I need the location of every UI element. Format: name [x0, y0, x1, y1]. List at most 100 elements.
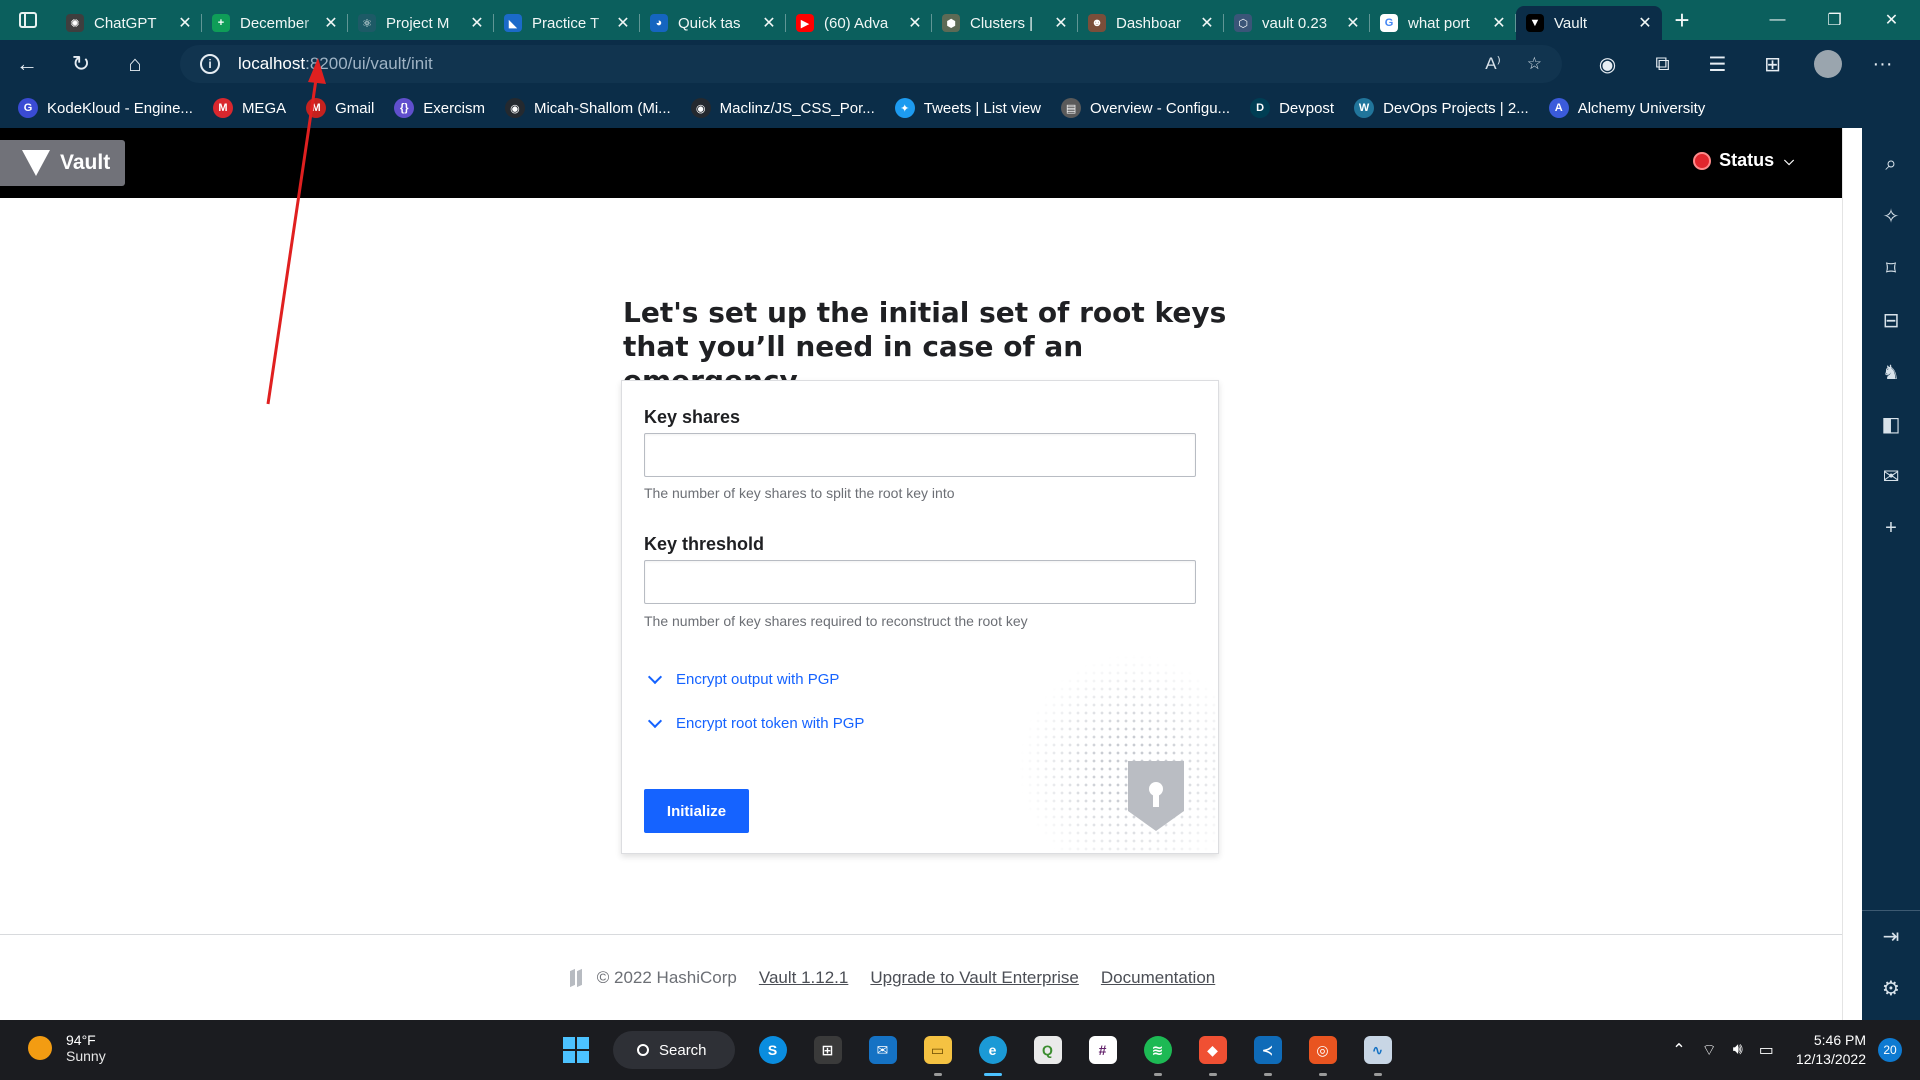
- close-window-button[interactable]: ✕: [1863, 0, 1920, 40]
- taskbar-search[interactable]: Search: [613, 1031, 735, 1069]
- tab-title: vault 0.23: [1262, 14, 1328, 32]
- settings-gear-icon[interactable]: ⚙: [1862, 962, 1920, 1014]
- extensions-icon[interactable]: ⧉: [1635, 40, 1690, 88]
- new-tab-button[interactable]: +: [1662, 0, 1702, 40]
- add-favorite-icon[interactable]: ☆: [1527, 54, 1542, 74]
- search-icon[interactable]: ⌕: [1862, 138, 1920, 190]
- chevron-down-icon: ⌵: [1784, 152, 1794, 168]
- skype-app[interactable]: S: [750, 1028, 795, 1072]
- wifi-icon[interactable]: ⌔: [1702, 1040, 1717, 1060]
- bookmark-item[interactable]: ✦ Tweets | List view: [894, 98, 1041, 118]
- hide-sidebar-icon[interactable]: ⇥: [1862, 910, 1920, 962]
- key-shares-input[interactable]: [644, 433, 1196, 477]
- bookmark-item[interactable]: W DevOps Projects | 2...: [1354, 98, 1529, 118]
- browser-tab[interactable]: ◕ Quick tas ✕: [640, 6, 786, 40]
- documentation-link[interactable]: Documentation: [1101, 968, 1215, 988]
- browser-tab[interactable]: ▶ (60) Adva ✕: [786, 6, 932, 40]
- browser-tab[interactable]: ⬡ vault 0.23 ✕: [1224, 6, 1370, 40]
- close-tab-icon[interactable]: ✕: [468, 13, 486, 33]
- version-link[interactable]: Vault 1.12.1: [759, 968, 848, 988]
- tools-briefcase-icon[interactable]: ⊟: [1862, 294, 1920, 346]
- close-tab-icon[interactable]: ✕: [1490, 13, 1508, 33]
- browser-tab[interactable]: ⬢ Clusters | ✕: [932, 6, 1078, 40]
- close-tab-icon[interactable]: ✕: [760, 13, 778, 33]
- bookmark-label: DevOps Projects | 2...: [1383, 99, 1529, 117]
- bookmark-item[interactable]: D Devpost: [1250, 98, 1334, 118]
- bookmark-item[interactable]: {} Exercism: [394, 98, 485, 118]
- browser-tab[interactable]: ⚛ Project M ✕: [348, 6, 494, 40]
- browser-tab[interactable]: ☻ Dashboar ✕: [1078, 6, 1224, 40]
- close-tab-icon[interactable]: ✕: [1636, 13, 1654, 33]
- games-icon[interactable]: ♞: [1862, 346, 1920, 398]
- git-app[interactable]: ◆: [1190, 1028, 1235, 1076]
- copilot-icon[interactable]: ✧: [1862, 190, 1920, 242]
- profile-avatar[interactable]: [1800, 40, 1855, 88]
- notification-badge[interactable]: 20: [1878, 1038, 1902, 1062]
- status-menu[interactable]: Status ⌵: [1693, 150, 1794, 171]
- close-tab-icon[interactable]: ✕: [1344, 13, 1362, 33]
- browser-tab[interactable]: ▼ Vault ✕: [1516, 6, 1662, 40]
- bookmark-label: Alchemy University: [1577, 99, 1706, 117]
- vscode-app[interactable]: ≺: [1245, 1028, 1290, 1076]
- shopping-tag-icon[interactable]: ⌑: [1862, 242, 1920, 294]
- outlook-icon[interactable]: ✉: [1862, 450, 1920, 502]
- weather-temp: 94°F: [66, 1032, 96, 1048]
- ubuntu-app[interactable]: ◎: [1300, 1028, 1345, 1076]
- close-tab-icon[interactable]: ✕: [906, 13, 924, 33]
- restore-button[interactable]: ❐: [1806, 0, 1863, 40]
- slack-app[interactable]: #: [1080, 1028, 1125, 1072]
- bookmark-item[interactable]: M MEGA: [212, 98, 286, 118]
- tab-actions-button[interactable]: [0, 0, 56, 40]
- file-explorer-app[interactable]: ▭: [915, 1028, 960, 1076]
- read-aloud-icon[interactable]: A⁾: [1485, 54, 1501, 74]
- close-tab-icon[interactable]: ✕: [1052, 13, 1070, 33]
- resource-monitor-app[interactable]: ∿: [1355, 1028, 1400, 1076]
- favorites-icon[interactable]: ☰: [1690, 40, 1745, 88]
- page-scrollbar[interactable]: [1842, 128, 1862, 1020]
- initialize-button[interactable]: Initialize: [644, 789, 749, 833]
- start-button[interactable]: [553, 1028, 598, 1072]
- close-tab-icon[interactable]: ✕: [1198, 13, 1216, 33]
- reload-button[interactable]: ↻: [54, 40, 108, 88]
- bookmark-item[interactable]: ◉ Micah-Shallom (Mi...: [504, 98, 671, 118]
- more-menu-icon[interactable]: ···: [1855, 40, 1910, 88]
- home-button[interactable]: ⌂: [108, 40, 162, 88]
- store-app[interactable]: ⊞: [805, 1028, 850, 1072]
- vault-logo[interactable]: Vault: [0, 140, 125, 186]
- browser-tab[interactable]: + December ✕: [202, 6, 348, 40]
- bookmark-item[interactable]: G KodeKloud - Engine...: [18, 98, 193, 118]
- volume-icon[interactable]: 🔊︎: [1733, 1041, 1743, 1059]
- browser-tab[interactable]: ✺ ChatGPT ✕: [56, 6, 202, 40]
- bookmark-item[interactable]: ▤ Overview - Configu...: [1061, 98, 1230, 118]
- spotify-app[interactable]: ≋: [1135, 1028, 1180, 1076]
- browser-tab[interactable]: ◣ Practice T ✕: [494, 6, 640, 40]
- browser-tab[interactable]: Gwhat port ✕: [1370, 6, 1516, 40]
- tab-title: December: [240, 14, 310, 32]
- site-info-icon[interactable]: i: [200, 54, 220, 74]
- chevron-up-icon[interactable]: ⌃: [1672, 1040, 1685, 1060]
- edge-app[interactable]: e: [970, 1028, 1015, 1076]
- key-threshold-input[interactable]: [644, 560, 1196, 604]
- taskbar-clock[interactable]: 5:46 PM 12/13/2022: [1796, 1031, 1866, 1069]
- bookmark-item[interactable]: M Gmail: [306, 98, 374, 118]
- encrypt-output-pgp-toggle[interactable]: Encrypt output with PGP: [647, 669, 839, 688]
- add-panel-icon[interactable]: +: [1862, 502, 1920, 554]
- upgrade-link[interactable]: Upgrade to Vault Enterprise: [870, 968, 1079, 988]
- encrypt-root-token-pgp-toggle[interactable]: Encrypt root token with PGP: [647, 713, 864, 732]
- close-tab-icon[interactable]: ✕: [322, 13, 340, 33]
- mail-app[interactable]: ✉: [860, 1028, 905, 1072]
- battery-icon[interactable]: ▭: [1759, 1040, 1774, 1060]
- back-button[interactable]: ←: [0, 40, 54, 88]
- address-bar[interactable]: i localhost:8200/ui/vault/init A⁾ ☆: [180, 45, 1562, 83]
- bookmark-item[interactable]: ◉ Maclinz/JS_CSS_Por...: [690, 98, 875, 118]
- close-tab-icon[interactable]: ✕: [176, 13, 194, 33]
- office-icon[interactable]: ◧: [1862, 398, 1920, 450]
- key-threshold-label: Key threshold: [644, 534, 765, 554]
- extension-icon[interactable]: ◉: [1580, 40, 1635, 88]
- minimize-button[interactable]: —: [1749, 0, 1806, 40]
- collections-icon[interactable]: ⊞: [1745, 40, 1800, 88]
- weather-widget[interactable]: 94°F Sunny: [28, 1032, 106, 1064]
- bookmark-item[interactable]: A Alchemy University: [1548, 98, 1706, 118]
- close-tab-icon[interactable]: ✕: [614, 13, 632, 33]
- qgis-app[interactable]: Q: [1025, 1028, 1070, 1072]
